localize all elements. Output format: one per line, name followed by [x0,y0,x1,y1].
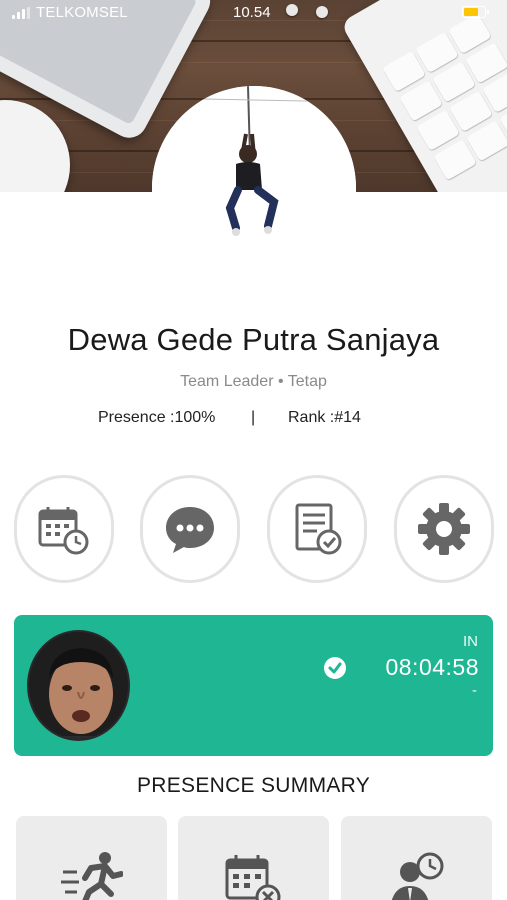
summary-tile-late[interactable] [341,816,492,900]
settings-button[interactable] [394,475,494,583]
attendance-sub: - [472,682,477,699]
profile-role: Team Leader • Tetap [180,373,327,390]
calendar-cancel-icon [225,855,280,900]
schedule-button[interactable] [14,475,114,583]
profile-name: Dewa Gede Putra Sanjaya [67,322,440,357]
rank-stat: Rank :#14 [288,409,361,426]
attendance-card[interactable]: IN 08:04:58 - [14,615,493,756]
summary-tile-absence[interactable] [178,816,329,900]
chat-bubble-icon [166,507,214,553]
profile-stats: Presence :100% | Rank :#14 [0,409,507,431]
gear-icon [418,503,470,555]
battery-icon [462,6,489,18]
attendance-selfie [27,630,130,741]
status-time: 10.54 [233,4,271,21]
cup-decoration [0,100,70,192]
stats-divider: | [251,409,256,426]
status-bar: TELKOMSEL 10.54 [0,0,507,26]
summary-tile-attendance[interactable] [16,816,167,900]
running-person-icon [60,852,123,900]
presence-stat: Presence :100% [98,409,216,426]
keyboard-decoration [340,0,507,192]
signal-strength-icon [12,7,32,19]
carrier-name: TELKOMSEL [36,4,128,21]
attendance-time: 08:04:58 [385,654,479,680]
verified-check-icon [324,657,346,679]
attendance-direction: IN [463,633,478,650]
selfie-photo [29,632,128,739]
presence-summary-title: PRESENCE SUMMARY [136,774,371,797]
avatar-photo [152,86,356,290]
checklist-document-icon [295,503,342,555]
report-button[interactable] [267,475,367,583]
calendar-clock-icon [38,507,89,555]
chat-button[interactable] [140,475,240,583]
person-clock-icon [391,852,443,900]
profile-avatar[interactable] [152,86,356,290]
